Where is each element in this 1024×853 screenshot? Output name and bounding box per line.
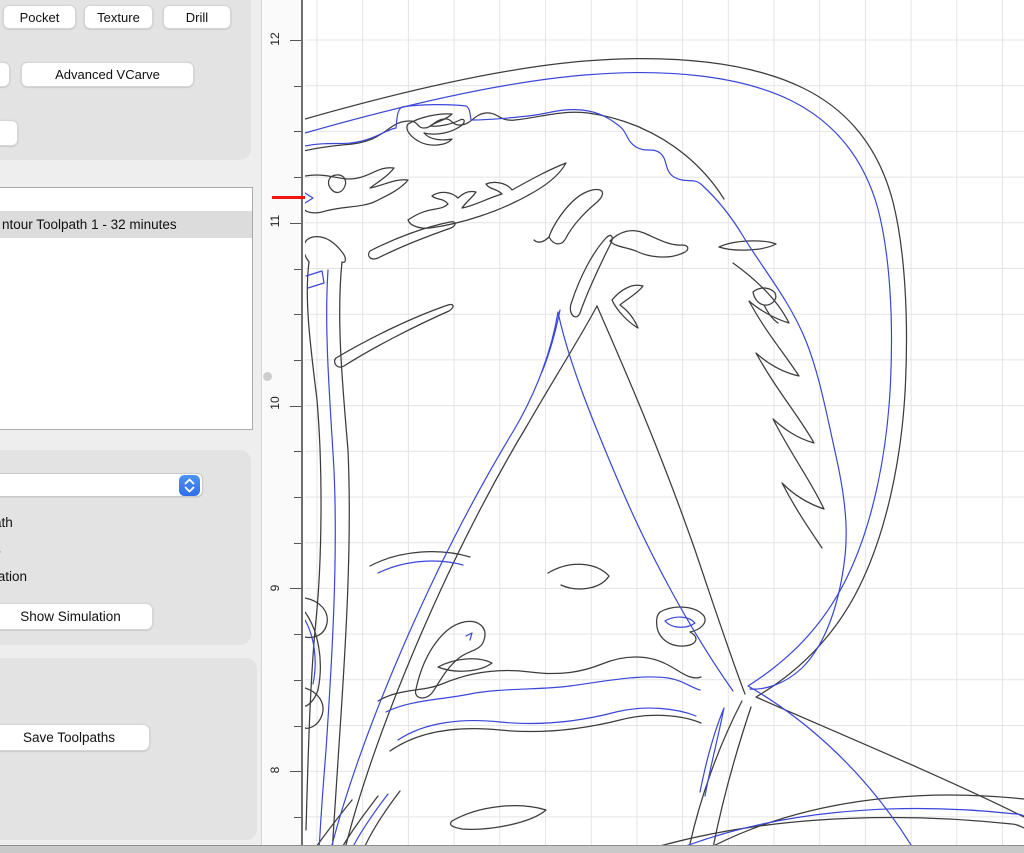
- sidebar: Pocket Texture Drill Advanced VCarve nto…: [0, 0, 262, 845]
- ruler-minor-tick: [294, 680, 301, 681]
- dropdown-stepper-icon[interactable]: [179, 475, 200, 496]
- ruler-major-tick: [290, 588, 301, 589]
- ruler-minor-tick: [294, 360, 301, 361]
- ruler-major-tick: [290, 406, 301, 407]
- bottom-scrollbar-track[interactable]: [0, 845, 1024, 853]
- ruler-minor-tick: [294, 634, 301, 635]
- truncated-label-show-toolpath: olpath: [0, 515, 13, 530]
- drill-button-label: Drill: [186, 10, 208, 25]
- ruler-minor-tick: [294, 131, 301, 132]
- texture-button-label: Texture: [97, 10, 140, 25]
- save-toolpaths-button-label: Save Toolpaths: [23, 730, 115, 745]
- advanced-vcarve-button-label: Advanced VCarve: [55, 67, 160, 82]
- show-simulation-button[interactable]: Show Simulation: [0, 603, 153, 630]
- ruler-minor-tick: [294, 177, 301, 178]
- texture-button[interactable]: Texture: [84, 5, 153, 29]
- ruler-minor-tick: [294, 497, 301, 498]
- truncated-label-show-rapids: pids: [0, 542, 1, 557]
- save-toolpaths-button[interactable]: Save Toolpaths: [0, 724, 150, 751]
- ruler-minor-tick: [294, 817, 301, 818]
- partial-button-left[interactable]: [0, 62, 10, 87]
- pocket-button-label: Pocket: [20, 10, 60, 25]
- toolpath-list-item-selected[interactable]: ntour Toolpath 1 - 32 minutes: [0, 211, 252, 238]
- simulation-panel: olpath pids mulation Show Simulation: [0, 450, 251, 645]
- show-simulation-button-label: Show Simulation: [20, 609, 121, 624]
- ruler-major-tick: [290, 771, 301, 772]
- portrait-line-art: [305, 0, 1024, 845]
- pocket-button[interactable]: Pocket: [3, 5, 76, 29]
- toolpath-lines: [305, 73, 1024, 845]
- design-canvas[interactable]: [305, 0, 1024, 845]
- design-lines: [305, 59, 1024, 845]
- save-panel: Save Toolpaths: [0, 658, 257, 840]
- ruler-position-marker: [272, 196, 305, 199]
- ruler-minor-tick: [294, 543, 301, 544]
- ruler-unit-label: 11: [268, 212, 282, 230]
- ruler-unit-label: 10: [268, 394, 282, 412]
- partial-button-left-2[interactable]: [0, 120, 18, 146]
- chevron-up-icon: [184, 478, 195, 485]
- panel-toolpath-operations: Pocket Texture Drill Advanced VCarve: [0, 0, 251, 160]
- ruler-minor-tick: [294, 314, 301, 315]
- ruler-unit-label: 9: [268, 579, 282, 597]
- ruler-minor-tick: [294, 451, 301, 452]
- ruler-major-tick: [290, 40, 301, 41]
- truncated-label-show-simulation: mulation: [0, 569, 27, 584]
- drill-button[interactable]: Drill: [163, 5, 231, 29]
- ruler-minor-tick: [294, 86, 301, 87]
- ruler-unit-label: 12: [268, 30, 282, 48]
- ruler-unit-label: 8: [268, 761, 282, 779]
- pane-splitter-handle[interactable]: [263, 372, 272, 381]
- chevron-down-icon: [184, 486, 195, 493]
- toolpath-dropdown[interactable]: [0, 473, 203, 497]
- ruler-major-tick: [290, 223, 301, 224]
- advanced-vcarve-button[interactable]: Advanced VCarve: [21, 62, 194, 87]
- vertical-ruler: 12 11 10 9 8: [263, 0, 303, 845]
- ruler-minor-tick: [294, 726, 301, 727]
- ruler-minor-tick: [294, 269, 301, 270]
- toolpath-list[interactable]: ntour Toolpath 1 - 32 minutes: [0, 187, 253, 430]
